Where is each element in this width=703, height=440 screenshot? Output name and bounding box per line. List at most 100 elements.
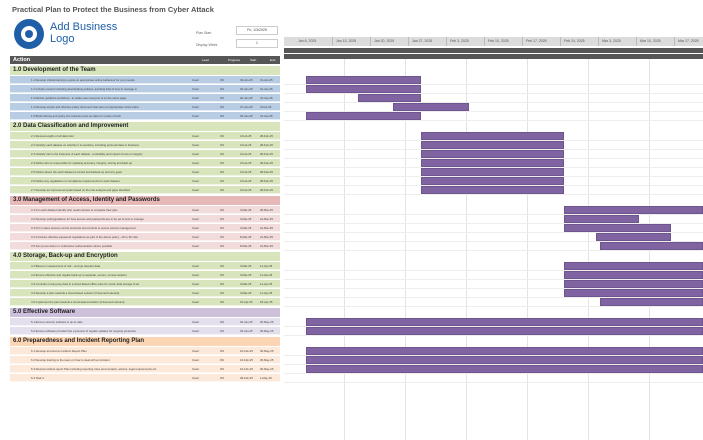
gantt-bar[interactable]	[306, 318, 703, 326]
task-end: 9-Feb-25	[260, 105, 272, 109]
table-row[interactable]: 1.5 Build training and policy into induc…	[10, 112, 280, 120]
table-row[interactable]: 2.5 Define where the each dataset is sto…	[10, 168, 280, 176]
gantt-bar[interactable]	[564, 271, 703, 279]
task-lead: Insert	[192, 161, 199, 165]
table-row[interactable]: 4.1 Based on assessment of risk - encryp…	[10, 262, 280, 270]
timeline-separator	[370, 37, 371, 46]
timeline-date: Mar 3, 2025	[602, 39, 621, 43]
table-row[interactable]: 2.6 Define any regulations or compliance…	[10, 177, 280, 185]
table-row[interactable]: 3.1 For each dataset identify who needs …	[10, 206, 280, 214]
gantt-bar[interactable]	[421, 168, 565, 176]
table-row[interactable]: 3.2 Develop policy/guidance for how acce…	[10, 215, 280, 223]
task-start: 3-Mar-25	[240, 217, 252, 221]
timeline-date: Feb 3, 2025	[450, 39, 469, 43]
gantt-bar[interactable]	[564, 206, 703, 214]
task-name: 1.5 Build training and policy into induc…	[31, 114, 121, 118]
table-row[interactable]: 4.3 Consider moving key data to a cloud-…	[10, 280, 280, 288]
task-lead: Insert	[192, 78, 199, 82]
gantt-row-line	[284, 250, 703, 251]
table-row[interactable]: 4.5 Implement the plan towards a cloud-b…	[10, 298, 280, 306]
section-title: 6.0 Preparedness and Incident Reporting …	[13, 338, 145, 344]
gantt-bar[interactable]	[595, 233, 672, 241]
timeline-days-row	[284, 48, 703, 53]
task-name: 4.2 Ensure effective and regular back-up…	[31, 273, 127, 277]
gantt-bar[interactable]	[421, 177, 565, 185]
task-start: 15-Apr-25	[240, 300, 253, 304]
task-lead: Insert	[192, 179, 199, 183]
gantt-bar[interactable]	[599, 242, 703, 250]
task-progress: 0%	[220, 300, 225, 304]
table-row[interactable]: 2.4 Define who is responsible for updati…	[10, 159, 280, 167]
timeline-date: Jan 13, 2025	[336, 39, 357, 43]
gantt-bar[interactable]	[306, 85, 422, 93]
gantt-bar[interactable]	[564, 224, 672, 232]
gantt-bar[interactable]	[357, 94, 422, 102]
task-end: 28-Feb-25	[260, 170, 273, 174]
task-lead: Insert	[192, 358, 199, 362]
table-row[interactable]: 2.1 Review lengths of all data held Inser…	[10, 132, 280, 140]
table-row[interactable]: 1.3 Deliver guidance workshop - to make …	[10, 94, 280, 102]
table-row[interactable]: 2.7 Develop an improvement plan based on…	[10, 186, 280, 194]
task-lead: Insert	[192, 282, 199, 286]
gantt-bar[interactable]	[306, 365, 703, 373]
task-lead: Insert	[192, 273, 199, 277]
task-lead: Insert	[192, 349, 199, 353]
table-row[interactable]: 6.2 Develop training to the team on how …	[10, 356, 280, 364]
task-end: 28-Feb-25	[260, 134, 273, 138]
gantt-bar[interactable]	[306, 76, 422, 84]
table-row[interactable]: 5.1 Ensure security software is up-to-da…	[10, 318, 280, 326]
gantt-bar[interactable]	[306, 347, 703, 355]
table-row[interactable]: 5.2 Ensure software provider has a proce…	[10, 327, 280, 335]
gantt-row-line	[284, 306, 703, 307]
task-name: 1.1 Develop critical training to guide o…	[31, 78, 135, 82]
table-row[interactable]: 6.1 Develop and test an Incident Report …	[10, 347, 280, 355]
table-row[interactable]: 1.1 Develop critical training to guide o…	[10, 76, 280, 84]
task-lead: Insert	[192, 235, 199, 239]
section-header: 3.0 Management of Access, Identity and P…	[10, 196, 280, 205]
gantt-bar[interactable]	[421, 150, 565, 158]
timeline-date: Jan 6, 2025	[298, 39, 317, 43]
table-row[interactable]: 3.5 Set up two factor or multi-factor au…	[10, 242, 280, 250]
task-start: 10-Feb-25	[240, 349, 253, 353]
task-name: 5.1 Ensure security software is up-to-da…	[31, 320, 83, 324]
task-name: 4.4 Develop a plan towards a cloud-based…	[31, 291, 120, 295]
timeline-separator	[674, 37, 675, 46]
section-header: 6.0 Preparedness and Incident Reporting …	[10, 337, 280, 346]
gantt-row-line	[284, 335, 703, 336]
task-start: 03-Jan-25	[240, 114, 253, 118]
table-row[interactable]: 4.4 Develop a plan towards a cloud-based…	[10, 289, 280, 297]
task-progress: 0%	[220, 217, 225, 221]
gantt-bar[interactable]	[599, 298, 703, 306]
task-progress: 0%	[220, 143, 225, 147]
task-table: Action Lead Progress Start End 1.0 Devel…	[0, 0, 280, 440]
table-row[interactable]: 4.2 Ensure effective and regular back-up…	[10, 271, 280, 279]
task-start: 3-Mar-25	[240, 264, 252, 268]
gantt-bar[interactable]	[306, 112, 422, 120]
column-action: Action	[13, 57, 31, 63]
gantt-bar[interactable]	[421, 186, 565, 194]
table-row[interactable]: 6.4 Task 4 Insert 0% 28-Feb-25 1-May-25	[10, 374, 280, 382]
task-name: 6.2 Develop training to the team on how …	[31, 358, 110, 362]
gantt-bar[interactable]	[421, 132, 565, 140]
task-progress: 0%	[220, 235, 225, 239]
gantt-bar[interactable]	[421, 141, 565, 149]
gantt-bar[interactable]	[393, 103, 469, 111]
table-row[interactable]: 2.2 Classify each dataset on whether it …	[10, 141, 280, 149]
task-lead: Insert	[192, 152, 199, 156]
table-row[interactable]: 2.3 Classify risk to the business of eac…	[10, 150, 280, 158]
gantt-bar[interactable]	[306, 356, 703, 364]
gantt-bar[interactable]	[306, 327, 703, 335]
gantt-bar[interactable]	[564, 289, 703, 297]
gantt-bar[interactable]	[564, 262, 703, 270]
gantt-bar[interactable]	[421, 159, 565, 167]
timeline-separator	[636, 37, 637, 46]
task-start: 28-Feb-25	[240, 376, 253, 380]
gantt-bar[interactable]	[564, 280, 703, 288]
table-row[interactable]: 6.3 Review incident report Plan includin…	[10, 365, 280, 373]
table-row[interactable]: 3.4 Introduce effective password regulat…	[10, 233, 280, 241]
table-row[interactable]: 1.4 Develop simple and effective policy …	[10, 103, 280, 111]
table-row[interactable]: 1.2 Include content including downloadin…	[10, 85, 280, 93]
gantt-bar[interactable]	[564, 215, 640, 223]
task-name: 2.4 Define who is responsible for updati…	[31, 161, 133, 165]
table-row[interactable]: 3.3 Put in place access control protocol…	[10, 224, 280, 232]
